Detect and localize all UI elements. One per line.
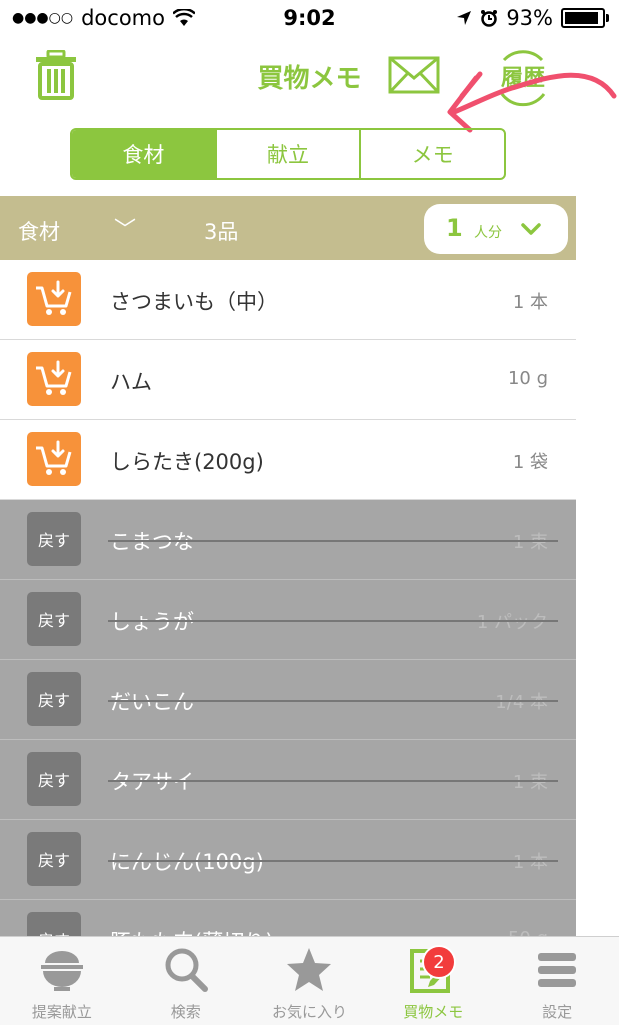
serving-unit: 人分 bbox=[474, 225, 502, 241]
battery-fill bbox=[565, 12, 599, 24]
done-list-item: 戻す しょうが 1 パック bbox=[0, 580, 576, 660]
section-label: 食材 bbox=[18, 220, 60, 244]
list-item: ハム 10 g bbox=[0, 340, 576, 420]
done-list-item: 戻す こまつな 1 束 bbox=[0, 500, 576, 580]
tab-label: 提案献立 bbox=[31, 1003, 92, 1021]
tab-label: お気に入り bbox=[271, 1003, 347, 1021]
nav-bar: 買物メモ 履歴 bbox=[0, 40, 619, 133]
tab-memo[interactable]: メモ bbox=[361, 130, 504, 178]
item-qty: 1 本 bbox=[512, 292, 548, 313]
rice-bowl-icon bbox=[40, 951, 83, 991]
strikethrough-line bbox=[108, 780, 558, 782]
tab-search[interactable]: 検索 bbox=[124, 937, 248, 1025]
cart-check-button[interactable] bbox=[27, 432, 81, 486]
battery-icon bbox=[561, 8, 609, 28]
cart-check-button[interactable] bbox=[27, 272, 81, 326]
mail-icon[interactable] bbox=[388, 56, 440, 94]
done-list-item: 戻す タアサイ 1 束 bbox=[0, 740, 576, 820]
serving-selector[interactable]: 1 人分 bbox=[424, 204, 568, 254]
serving-number: 1 bbox=[446, 214, 463, 242]
item-name: さつまいも（中） bbox=[110, 290, 278, 314]
cart-check-button[interactable] bbox=[27, 352, 81, 406]
strikethrough-line bbox=[108, 860, 558, 862]
item-qty: 1 袋 bbox=[512, 452, 548, 473]
tab-label: 設定 bbox=[542, 1003, 573, 1021]
item-count: 3品 bbox=[204, 220, 239, 244]
cart-download-icon bbox=[36, 280, 72, 315]
location-icon bbox=[457, 11, 472, 25]
collapse-chevron-icon[interactable]: ﹀ bbox=[114, 212, 136, 244]
tab-ingredients[interactable]: 食材 bbox=[72, 130, 217, 178]
tab-menu[interactable]: 献立 bbox=[217, 130, 362, 178]
star-icon bbox=[287, 948, 332, 991]
strikethrough-line bbox=[108, 540, 558, 542]
tab-label: 検索 bbox=[170, 1003, 201, 1021]
tab-suggested-menu[interactable]: 提案献立 bbox=[0, 937, 124, 1025]
category-segment: 食材 献立 メモ bbox=[70, 128, 506, 180]
return-button[interactable]: 戻す bbox=[27, 832, 81, 886]
item-name: ハム bbox=[110, 370, 152, 394]
right-margin bbox=[576, 196, 619, 936]
status-bar: ●●●○○ docomo 9:02 93% bbox=[0, 0, 619, 40]
battery-percent: 93% bbox=[506, 6, 553, 30]
search-icon bbox=[165, 948, 208, 992]
cart-download-icon bbox=[36, 440, 72, 475]
done-list-item: 戻す にんじん(100g) 1 本 bbox=[0, 820, 576, 900]
alarm-icon bbox=[481, 10, 498, 27]
section-header: 食材 ﹀ 3品 1 人分 bbox=[0, 196, 576, 260]
list-item: さつまいも（中） 1 本 bbox=[0, 260, 576, 340]
tab-label: 買物メモ bbox=[403, 1003, 464, 1021]
strikethrough-line bbox=[108, 700, 558, 702]
item-qty: 10 g bbox=[507, 368, 548, 389]
notification-badge: 2 bbox=[422, 945, 456, 979]
chevron-down-icon bbox=[521, 223, 541, 235]
strikethrough-line bbox=[108, 620, 558, 622]
return-button[interactable]: 戻す bbox=[27, 672, 81, 726]
return-button[interactable]: 戻す bbox=[27, 752, 81, 806]
menu-icon bbox=[538, 953, 577, 987]
list-item: しらたき(200g) 1 袋 bbox=[0, 420, 576, 500]
return-button[interactable]: 戻す bbox=[27, 512, 81, 566]
shopping-list: さつまいも（中） 1 本 ハム 10 g しらたき(200g) 1 袋 戻す こ… bbox=[0, 260, 576, 980]
done-list-item: 戻す だいこん 1/4 本 bbox=[0, 660, 576, 740]
cart-download-icon bbox=[36, 360, 72, 395]
tab-favorites[interactable]: お気に入り bbox=[248, 937, 372, 1025]
item-name: しらたき(200g) bbox=[110, 450, 264, 474]
return-button[interactable]: 戻す bbox=[27, 592, 81, 646]
tab-bar: 提案献立 検索 お気に入り 買物メモ 設定 bbox=[0, 936, 619, 1025]
tab-settings[interactable]: 設定 bbox=[495, 937, 619, 1025]
